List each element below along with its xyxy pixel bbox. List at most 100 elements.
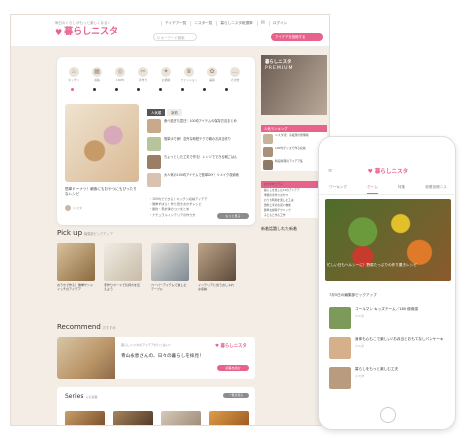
mobile-tab-home[interactable]: ホーム <box>367 185 378 194</box>
series-image[interactable] <box>113 411 153 425</box>
tab-popular[interactable]: 人気順 <box>147 109 166 116</box>
nav-login[interactable]: ログイン <box>268 21 287 26</box>
carousel-dot[interactable] <box>137 88 140 91</box>
nav-ideas[interactable]: アイデア一覧 <box>161 21 186 26</box>
category-handmade[interactable]: ✂ 手作り <box>134 67 152 82</box>
ranking-text: 時短料理のアイデア集 <box>275 159 303 163</box>
site-name: 暮らしニスタ <box>64 27 119 37</box>
category-other[interactable]: … その他 <box>226 67 244 82</box>
heart-icon: ♥ <box>55 27 63 37</box>
mail-icon[interactable]: ✉ <box>256 21 265 26</box>
home-button[interactable] <box>380 407 396 423</box>
search-input[interactable]: Q キーワード検索 <box>153 33 197 41</box>
mobile-tab[interactable]: 新着投稿ニス <box>425 185 447 194</box>
recommend-logo-name: 暮らしニスタ <box>220 344 247 349</box>
carousel-dot[interactable] <box>115 88 118 91</box>
featured-title[interactable]: 簡単ドーナツ！朝食にもおやつにもぴったりなレシピ <box>65 187 139 197</box>
list-item[interactable]: 暮らしをもっと楽しむ工夫 ニスタ <box>329 367 449 391</box>
list-item[interactable]: 簡単ゆで卵！意外な時短テクで朝のお弁当作り <box>147 137 249 154</box>
category-cleaning[interactable]: ✦ お掃除 <box>157 67 175 82</box>
carousel-dot[interactable] <box>181 88 184 91</box>
recommend-card[interactable]: 暮らしニスタのアイデアがいっぱい♪ ♥ 暮らしニスタ 青山永恵さんの、日々の暮ら… <box>57 337 255 379</box>
pickup-image <box>57 243 95 281</box>
pickup-item[interactable]: 手作りカードで気持ちを伝えよう <box>104 243 142 300</box>
article-author: ニスタ <box>355 314 365 318</box>
article-thumbnail <box>147 155 161 169</box>
pickup-text: おうちで作る！簡単サンドイッチのアイデア <box>57 283 94 292</box>
category-label: ファッション <box>180 78 198 82</box>
carousel-dot[interactable] <box>159 88 162 91</box>
carousel-dots <box>71 88 228 91</box>
premium-word: PREMIUM <box>265 66 294 71</box>
series-image[interactable] <box>161 411 201 425</box>
handmade-icon: ✂ <box>138 67 148 77</box>
ranking-text: ニスタ流！冷蔵庫の整理術 <box>275 133 309 137</box>
list-item[interactable]: コールマン キッズテーム／180 使用感 ニスタ <box>329 307 449 331</box>
article-title: 暮らしをもっと楽しむ工夫 <box>355 367 399 371</box>
read-article-button[interactable]: 記事を読む <box>217 365 249 371</box>
article-thumbnail <box>329 307 351 329</box>
mobile-hero-image[interactable] <box>325 199 451 281</box>
featured-donut-image[interactable] <box>65 104 139 182</box>
series-heading: Series 人気連載 <box>65 393 97 400</box>
category-label: お掃除 <box>161 78 171 82</box>
avatar <box>65 205 71 211</box>
site-logo[interactable]: 毎日のくらしがもっと楽しくなる♪ ♥ 暮らしニスタ <box>55 21 118 37</box>
nav-nistas[interactable]: ニスタ一覧 <box>190 21 212 26</box>
cleaning-icon: ✦ <box>161 67 171 77</box>
list-item[interactable]: 身体も心もこで楽しい♪お弁当とおもてなしパンケーキ ニスタ <box>329 337 449 361</box>
nav-election[interactable]: 暮らしニスタ総選挙 <box>216 21 253 26</box>
list-item[interactable]: 大人気の100均アイテムで簡単DIY！リメイク収納術 <box>147 173 249 190</box>
ranking-text: 100均グッズで作る収納 <box>275 146 306 150</box>
carousel-dot[interactable] <box>93 88 96 91</box>
pickup-text: インテリアに合うおしゃれな収納 <box>198 283 235 292</box>
ranking-tabs: 人気順 新着 <box>147 109 182 116</box>
post-idea-button[interactable]: アイデアを投稿する <box>271 33 323 41</box>
series-image[interactable] <box>65 411 105 425</box>
article-title: 食べ過ぎた翌日！100均アイテムの保存方法まとめ <box>164 119 237 123</box>
mobile-tab[interactable]: 特集 <box>398 185 405 194</box>
mobile-tabs: ワーキング ホーム 特集 新着投稿ニス <box>319 185 455 195</box>
featured-author: ニスタ <box>65 205 82 211</box>
more-button[interactable]: もっと見る <box>217 213 249 219</box>
mobile-tab[interactable]: ワーキング <box>329 185 347 194</box>
article-list: 食べ過ぎた翌日！100均アイテムの保存方法まとめ 簡単ゆで卵！意外な時短テクで朝… <box>147 119 249 191</box>
mobile-logo-name: 暮らしニスタ <box>374 169 409 175</box>
article-title: ちょっとした工夫で作る！レンジでできる朝ごはん <box>164 155 238 159</box>
series-more-button[interactable]: 一覧を見る <box>223 393 249 398</box>
list-item[interactable]: 食べ過ぎた翌日！100均アイテムの保存方法まとめ <box>147 119 249 136</box>
carousel-dot[interactable] <box>71 88 74 91</box>
series-card: Series 人気連載 一覧を見る <box>57 387 255 425</box>
pickup-item[interactable]: ペーパーアイテムで楽しむテーブル <box>151 243 189 300</box>
series-image[interactable] <box>209 411 249 425</box>
category-kitchen[interactable]: ♨ キッチン <box>65 67 83 82</box>
pickup-item[interactable]: おうちで作る！簡単サンドイッチのアイデア <box>57 243 95 300</box>
premium-banner[interactable]: 暮らしニスタ PREMIUM <box>261 55 327 115</box>
category-fashion[interactable]: ♛ ファッション <box>180 67 198 82</box>
category-100yen[interactable]: ◎ 100均 <box>111 67 129 82</box>
carousel-dot[interactable] <box>203 88 206 91</box>
top-navigation: アイデア一覧 ニスタ一覧 暮らしニスタ総選挙 ✉ ログイン <box>161 21 287 26</box>
category-label: 手作り <box>138 78 148 82</box>
tab-new[interactable]: 新着 <box>167 109 182 116</box>
article-author: ニスタ <box>355 374 365 378</box>
carousel-dot[interactable] <box>225 88 228 91</box>
ranking-heading: 人気ランキング <box>261 125 327 132</box>
ranking-item[interactable]: ニスタ流！冷蔵庫の整理術 <box>261 132 327 145</box>
article-title: コールマン キッズテーム／180 使用感 <box>355 307 418 311</box>
pickup-item[interactable]: インテリアに合うおしゃれな収納 <box>198 243 236 300</box>
recommend-title: Recommend <box>57 323 101 331</box>
mobile-logo[interactable]: ♥ 暮らしニスタ <box>368 169 409 175</box>
article-thumbnail <box>147 173 161 187</box>
category-storage[interactable]: ▦ 収納 <box>88 67 106 82</box>
category-beauty[interactable]: ✿ 美容 <box>203 67 221 82</box>
article-thumbnail <box>147 137 161 151</box>
recommend-logo: ♥ 暮らしニスタ <box>215 344 247 349</box>
mobile-date-line: 7月5日の編集部ピックアップ <box>329 293 377 297</box>
article-title: 簡単ゆで卵！意外な時短テクで朝のお弁当作り <box>164 137 231 141</box>
ranking-thumbnail <box>263 134 273 144</box>
list-item[interactable]: ちょっとした工夫で作る！レンジでできる朝ごはん <box>147 155 249 172</box>
menu-icon[interactable]: ≡ <box>328 169 332 174</box>
article-thumbnail <box>147 119 161 133</box>
category-label: その他 <box>230 78 240 82</box>
